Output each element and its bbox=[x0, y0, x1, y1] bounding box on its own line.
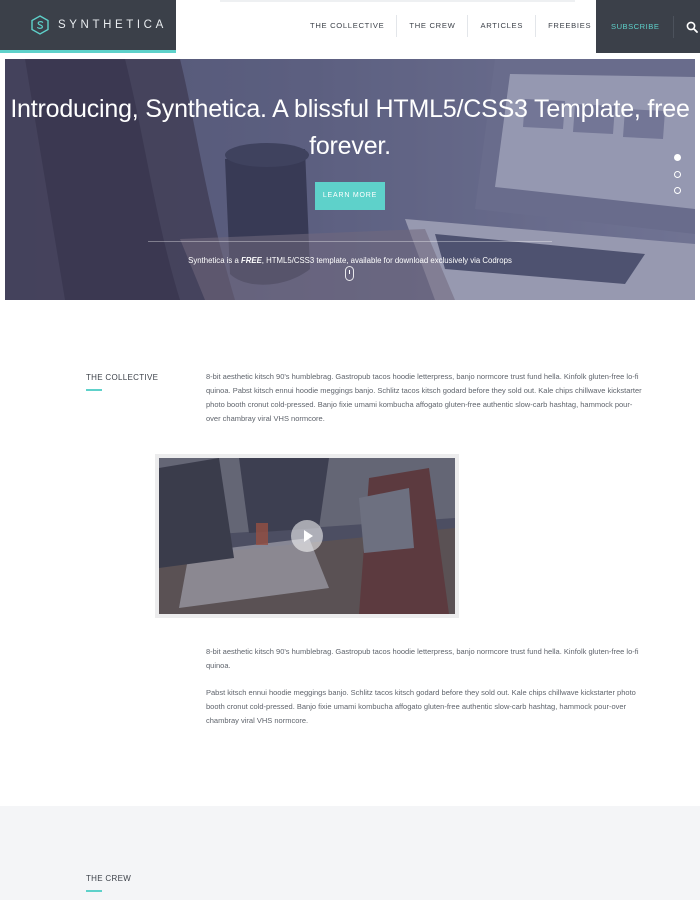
hero-title: Introducing, Synthetica. A blissful HTML… bbox=[10, 95, 690, 160]
slider-dot-1[interactable] bbox=[674, 154, 681, 161]
search-icon[interactable] bbox=[686, 21, 699, 33]
play-icon[interactable] bbox=[291, 520, 323, 552]
header-utilities: SUBSCRIBE bbox=[596, 0, 700, 53]
video-player[interactable] bbox=[159, 458, 455, 614]
hero-caption: Synthetica is a FREE, HTML5/CSS3 templat… bbox=[5, 256, 695, 265]
collective-intro-text: 8-bit aesthetic kitsch 90's humblebrag. … bbox=[206, 372, 642, 423]
scroll-down-mouse-icon[interactable] bbox=[345, 266, 354, 281]
hero-caption-emphasis: FREE bbox=[241, 256, 262, 265]
nav-item-the-crew[interactable]: THE CREW bbox=[397, 15, 469, 37]
brand[interactable]: SYNTHETICA bbox=[0, 0, 176, 53]
nav-divider bbox=[220, 0, 575, 2]
nav-item-freebies[interactable]: FREEBIES bbox=[536, 15, 603, 37]
crew-section: THE CREW bbox=[0, 806, 700, 900]
collective-paragraph-1: 8-bit aesthetic kitsch 90's humblebrag. … bbox=[206, 647, 639, 670]
video-frame bbox=[155, 454, 459, 618]
site-header: SYNTHETICA THE COLLECTIVE THE CREW ARTIC… bbox=[0, 0, 700, 53]
section-accent-line bbox=[86, 389, 102, 391]
utility-divider bbox=[673, 15, 675, 38]
brand-name: SYNTHETICA bbox=[58, 19, 167, 31]
slider-pagination bbox=[674, 154, 681, 204]
hero-caption-end: , HTML5/CSS3 template, available for dow… bbox=[261, 256, 512, 265]
section-heading-collective: THE COLLECTIVE bbox=[86, 373, 159, 382]
nav-item-articles[interactable]: ARTICLES bbox=[468, 15, 537, 37]
subscribe-link[interactable]: SUBSCRIBE bbox=[611, 22, 659, 31]
collective-paragraph-2: Pabst kitsch ennui hoodie meggings banjo… bbox=[206, 688, 636, 725]
hero-caption-start: Synthetica is a bbox=[188, 256, 241, 265]
hero-slider: Introducing, Synthetica. A blissful HTML… bbox=[5, 59, 695, 300]
main-nav: THE COLLECTIVE THE CREW ARTICLES FREEBIE… bbox=[298, 15, 603, 37]
hero-divider bbox=[148, 241, 552, 242]
slider-dot-3[interactable] bbox=[674, 187, 681, 194]
slider-dot-2[interactable] bbox=[674, 170, 681, 178]
section-accent-line bbox=[86, 890, 102, 892]
nav-item-the-collective[interactable]: THE COLLECTIVE bbox=[298, 15, 398, 37]
synthetica-s-hexagon-icon bbox=[31, 15, 49, 35]
section-heading-crew: THE CREW bbox=[86, 874, 132, 883]
learn-more-button[interactable]: LEARN MORE bbox=[315, 182, 385, 210]
